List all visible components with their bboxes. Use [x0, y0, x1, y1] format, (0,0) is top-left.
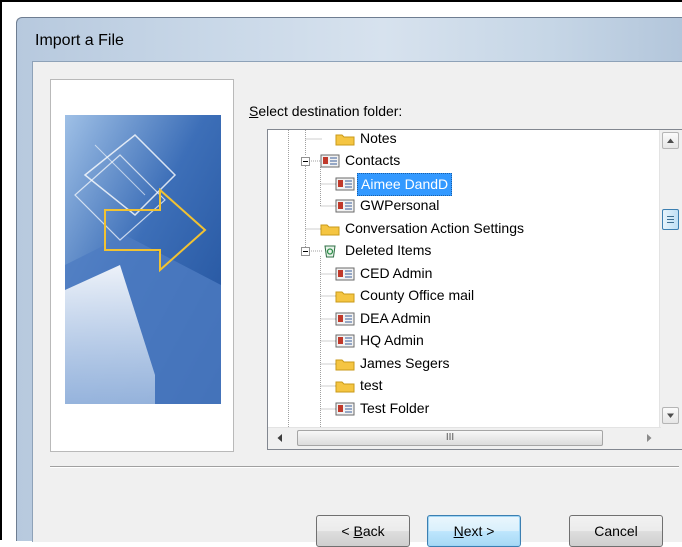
- tree-item-label: GWPersonal: [360, 197, 440, 213]
- contacts-folder-icon: [335, 199, 355, 213]
- grip-icon: III: [445, 432, 455, 443]
- arrow-down-icon: [667, 413, 674, 418]
- contacts-folder-icon: [335, 177, 355, 191]
- contacts-folder-icon: [335, 312, 355, 326]
- scroll-up-button[interactable]: [662, 132, 679, 149]
- tree-item-label: DEA Admin: [360, 310, 431, 326]
- tree-item-label: Contacts: [345, 152, 401, 168]
- scroll-left-button[interactable]: [274, 432, 286, 444]
- folder-icon: [320, 224, 340, 236]
- deleted-items-collapse-toggle[interactable]: [301, 247, 310, 256]
- arrow-up-icon: [667, 138, 674, 143]
- next-button[interactable]: Next >: [427, 515, 521, 547]
- recycle-bin-icon: [324, 245, 336, 258]
- scroll-right-button[interactable]: [643, 432, 655, 444]
- cancel-button[interactable]: Cancel: [569, 515, 663, 547]
- contacts-collapse-toggle[interactable]: [301, 157, 310, 166]
- tree-connector-lines: [288, 130, 336, 428]
- vertical-scroll-thumb[interactable]: [662, 209, 679, 230]
- divider: [50, 466, 679, 468]
- tree-item-label: HQ Admin: [360, 332, 424, 348]
- dialog-title: Import a File: [35, 32, 124, 49]
- folder-icon: [335, 359, 355, 371]
- tree-item-label: test: [360, 377, 383, 393]
- wizard-artwork-image: [65, 115, 221, 404]
- contacts-folder-icon: [335, 267, 355, 281]
- folder-icon: [335, 291, 355, 303]
- tree-item-label: Notes: [360, 130, 397, 146]
- contacts-folder-icon: [335, 402, 355, 416]
- import-dialog: Import a File Select destination folder:…: [16, 17, 682, 547]
- dialog-client-area: Select destination folder: Notes Contact…: [32, 61, 682, 547]
- tree-item-label: Conversation Action Settings: [345, 220, 524, 236]
- back-button[interactable]: < Back: [316, 515, 410, 547]
- tree-item-label: Deleted Items: [345, 242, 432, 258]
- destination-folder-label: Select destination folder:: [249, 103, 403, 119]
- folder-tree[interactable]: Notes Contacts Aimee DandD GWPersonal Co…: [267, 129, 682, 450]
- title-bar[interactable]: Import a File: [17, 18, 682, 60]
- grip-icon: [667, 216, 674, 223]
- tree-item-label: James Segers: [360, 355, 450, 371]
- tree-item-label: County Office mail: [360, 287, 475, 303]
- tree-item-label: Aimee DandD: [357, 173, 453, 196]
- wizard-banner: [50, 79, 234, 452]
- tree-item-label: CED Admin: [360, 265, 433, 281]
- tree-item-label: Test Folder: [360, 400, 430, 416]
- folder-tree-viewport: Notes Contacts Aimee DandD GWPersonal Co…: [268, 130, 661, 428]
- scroll-down-button[interactable]: [662, 407, 679, 424]
- contacts-folder-icon: [320, 154, 340, 168]
- horizontal-scroll-thumb[interactable]: III: [297, 430, 603, 446]
- vertical-scrollbar[interactable]: [659, 130, 682, 428]
- folder-icon: [335, 381, 355, 393]
- contacts-folder-icon: [335, 334, 355, 348]
- folder-icon: [335, 134, 355, 146]
- horizontal-scrollbar[interactable]: III: [268, 427, 661, 449]
- scrollbar-corner: [660, 428, 682, 449]
